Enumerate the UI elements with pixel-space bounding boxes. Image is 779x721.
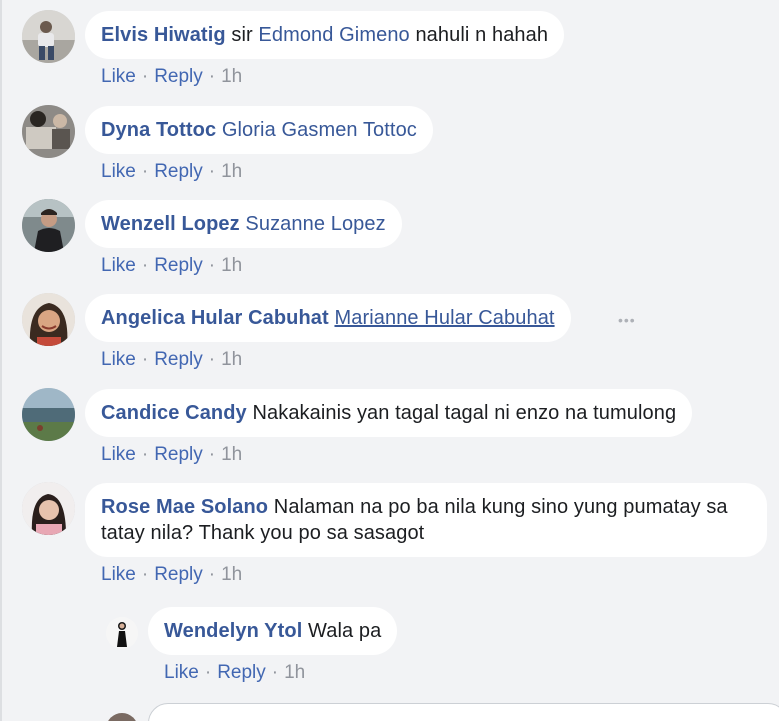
comment-actions: Like · Reply · 1h — [101, 160, 242, 184]
separator: · — [141, 564, 149, 585]
mention-link[interactable]: Edmond Gimeno — [258, 24, 409, 46]
like-link[interactable]: Like — [101, 444, 136, 465]
like-link[interactable]: Like — [101, 349, 136, 370]
comment-author[interactable]: Dyna Tottoc — [101, 119, 216, 141]
comment-actions: Like · Reply · 1h — [101, 443, 242, 467]
comment-author[interactable]: Candice Candy — [101, 402, 247, 424]
comment-author[interactable]: Elvis Hiwatig — [101, 24, 226, 46]
reply-actions: Like · Reply · 1h — [164, 661, 305, 685]
mention-link[interactable]: Marianne Hular Cabuhat — [334, 307, 554, 329]
separator: · — [204, 662, 212, 683]
like-link[interactable]: Like — [101, 161, 136, 182]
like-link[interactable]: Like — [101, 564, 136, 585]
comment-bubble: Dyna Tottoc Gloria Gasmen Tottoc — [85, 106, 433, 154]
comment-text: nahuli n hahah — [409, 24, 549, 46]
separator: · — [208, 349, 216, 370]
avatar[interactable] — [22, 482, 75, 535]
timestamp[interactable]: 1h — [221, 444, 242, 465]
reply-link[interactable]: Reply — [154, 349, 203, 370]
separator: · — [141, 444, 149, 465]
comment-actions: Like · Reply · 1h — [101, 348, 242, 372]
mention-link[interactable]: Gloria Gasmen Tottoc — [222, 119, 417, 141]
avatar[interactable] — [106, 617, 138, 649]
reply-author[interactable]: Wendelyn Ytol — [164, 620, 302, 642]
comment-author[interactable]: Wenzell Lopez — [101, 213, 240, 235]
separator: · — [271, 662, 279, 683]
separator: · — [208, 66, 216, 87]
separator: · — [208, 255, 216, 276]
comment-bubble: Elvis Hiwatig sir Edmond Gimeno nahuli n… — [85, 11, 565, 59]
separator: · — [141, 161, 149, 182]
like-link[interactable]: Like — [101, 255, 136, 276]
separator: · — [141, 255, 149, 276]
timestamp[interactable]: 1h — [221, 255, 242, 276]
comment-bubble: Wenzell Lopez Suzanne Lopez — [85, 200, 402, 248]
comment-actions: Like · Reply · 1h — [101, 254, 242, 278]
reply-link[interactable]: Reply — [154, 255, 203, 276]
reply-text: Wala pa — [308, 620, 382, 642]
timestamp[interactable]: 1h — [221, 66, 242, 87]
comment-actions: Like · Reply · 1h — [101, 65, 242, 89]
reply-link[interactable]: Reply — [154, 66, 203, 87]
feed-left-border — [0, 0, 2, 721]
comment-actions: Like · Reply · 1h — [101, 563, 242, 587]
like-link[interactable]: Like — [164, 662, 199, 683]
avatar[interactable] — [22, 388, 75, 441]
separator: · — [208, 444, 216, 465]
reply-link[interactable]: Reply — [154, 161, 203, 182]
comment-text: Nakakainis yan tagal tagal ni enzo na tu… — [252, 402, 677, 424]
avatar[interactable] — [22, 105, 75, 158]
more-options-icon[interactable]: ••• — [618, 313, 636, 327]
comment-author[interactable]: Angelica Hular Cabuhat — [101, 307, 329, 329]
separator: · — [208, 564, 216, 585]
like-link[interactable]: Like — [101, 66, 136, 87]
comment-text: sir — [231, 24, 259, 46]
comment-bubble: Rose Mae Solano Nalaman na po ba nila ku… — [85, 483, 767, 557]
avatar[interactable] — [22, 199, 75, 252]
reply-link[interactable]: Reply — [154, 564, 203, 585]
mention-link[interactable]: Suzanne Lopez — [245, 213, 385, 235]
separator: · — [141, 66, 149, 87]
timestamp[interactable]: 1h — [284, 662, 305, 683]
comment-bubble: Candice Candy Nakakainis yan tagal tagal… — [85, 389, 693, 437]
current-user-avatar — [106, 713, 138, 721]
reply-link[interactable]: Reply — [154, 444, 203, 465]
timestamp[interactable]: 1h — [221, 349, 242, 370]
reply-link[interactable]: Reply — [217, 662, 266, 683]
timestamp[interactable]: 1h — [221, 161, 242, 182]
timestamp[interactable]: 1h — [221, 564, 242, 585]
separator: · — [141, 349, 149, 370]
separator: · — [208, 161, 216, 182]
avatar[interactable] — [22, 293, 75, 346]
comment-author[interactable]: Rose Mae Solano — [101, 496, 268, 518]
comment-bubble: Angelica Hular Cabuhat Marianne Hular Ca… — [85, 294, 571, 342]
avatar[interactable] — [22, 10, 75, 63]
reply-bubble: Wendelyn Ytol Wala pa — [148, 607, 398, 655]
reply-input[interactable] — [148, 703, 779, 721]
